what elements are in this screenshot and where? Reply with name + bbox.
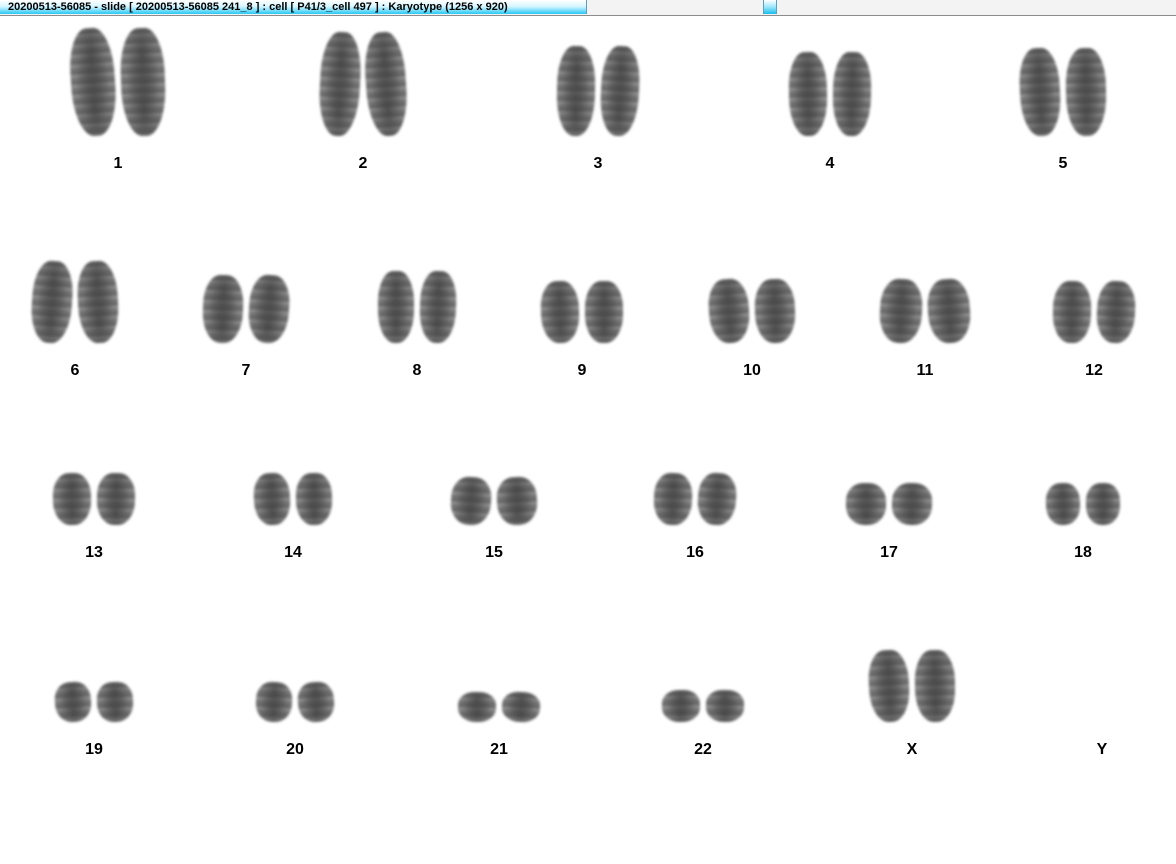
chromosome-label-13: 13 [85,544,103,561]
chromosome-label-7: 7 [241,362,251,379]
title-bar[interactable]: 20200513-56085 - slide [ 20200513-56085 … [0,0,1176,16]
chromosome-22-left[interactable] [661,689,701,723]
chromosome-20-right[interactable] [296,680,336,724]
chromosome-12-right[interactable] [1095,280,1137,344]
chromosome-13-right[interactable] [96,472,136,526]
chromosome-18-left[interactable] [1045,482,1081,526]
chromosome-22-right[interactable] [705,689,745,723]
chromosome-7-right[interactable] [246,273,292,345]
chromosome-label-3: 3 [593,155,603,172]
karyotype-canvas: 1 2 3 4 5 6 7 8 9 10 11 12 13 14 15 16 17 18 19 20 21 22 X Y [0,16,1176,864]
chromosome-16-left[interactable] [653,472,693,526]
chromosome-12-left[interactable] [1052,280,1092,344]
chromosome-8-left[interactable] [378,271,414,343]
window-title: 20200513-56085 - slide [ 20200513-56085 … [8,1,508,13]
chromosome-11-right[interactable] [925,277,973,345]
chromosome-14-left[interactable] [252,472,292,526]
chromosome-label-16: 16 [686,544,704,561]
chromosome-15-right[interactable] [495,475,539,527]
chromosome-5-left[interactable] [1017,47,1063,137]
chromosome-label-Y: Y [1096,741,1108,758]
chromosome-17-left[interactable] [846,483,886,525]
chromosome-label-6: 6 [70,362,80,379]
chromosome-7-left[interactable] [201,274,245,344]
chromosome-10-right[interactable] [753,278,797,344]
chromosome-10-left[interactable] [706,277,752,345]
chromosome-label-1: 1 [113,155,123,172]
chromosome-label-21: 21 [490,741,508,758]
chromosome-21-left[interactable] [457,691,497,723]
chromosome-14-right[interactable] [295,472,333,526]
chromosome-label-8: 8 [412,362,422,379]
chromosome-19-left[interactable] [53,680,93,724]
chromosome-label-22: 22 [694,741,712,758]
chromosome-15-left[interactable] [449,475,493,527]
chromosome-label-18: 18 [1074,544,1092,561]
chromosome-label-11: 11 [916,362,934,379]
chromosome-6-right[interactable] [75,260,121,344]
chromosome-label-10: 10 [743,362,761,379]
chromosome-label-9: 9 [577,362,587,379]
title-tab[interactable]: 20200513-56085 - slide [ 20200513-56085 … [0,0,587,14]
chromosome-label-17: 17 [880,544,898,561]
chromosome-label-2: 2 [358,155,368,172]
chromosome-8-right[interactable] [418,270,458,344]
chromosome-1-right[interactable] [119,27,167,137]
chromosome-16-right[interactable] [696,471,738,527]
chromosome-label-4: 4 [825,155,835,172]
chromosome-4-right[interactable] [832,51,872,137]
chromosome-6-left[interactable] [29,259,75,345]
chromosome-3-left[interactable] [556,45,596,137]
chromosome-2-right[interactable] [362,30,410,138]
chromosome-18-right[interactable] [1086,483,1120,525]
chromosome-19-right[interactable] [96,681,134,723]
chromosome-1-left[interactable] [67,26,119,138]
chromosome-label-20: 20 [286,741,304,758]
chromosome-13-left[interactable] [52,472,92,526]
chromosome-X-right[interactable] [914,649,956,723]
chromosome-label-X: X [906,741,918,758]
chromosome-5-right[interactable] [1065,47,1107,137]
chromosome-2-left[interactable] [317,31,363,137]
title-scroll-marker[interactable] [763,0,777,14]
chromosome-11-left[interactable] [878,277,924,345]
chromosome-label-12: 12 [1085,362,1103,379]
chromosome-20-left[interactable] [254,681,294,723]
chromosome-label-19: 19 [85,741,103,758]
chromosome-label-15: 15 [485,544,503,561]
chromosome-3-right[interactable] [598,45,642,137]
chromosome-21-right[interactable] [501,691,541,723]
chromosome-4-left[interactable] [788,51,828,137]
chromosome-9-left[interactable] [539,280,581,344]
chromosome-X-left[interactable] [867,649,911,723]
chromosome-9-right[interactable] [585,281,623,343]
chromosome-label-14: 14 [284,544,302,561]
chromosome-label-5: 5 [1058,155,1068,172]
chromosome-17-right[interactable] [891,482,933,526]
